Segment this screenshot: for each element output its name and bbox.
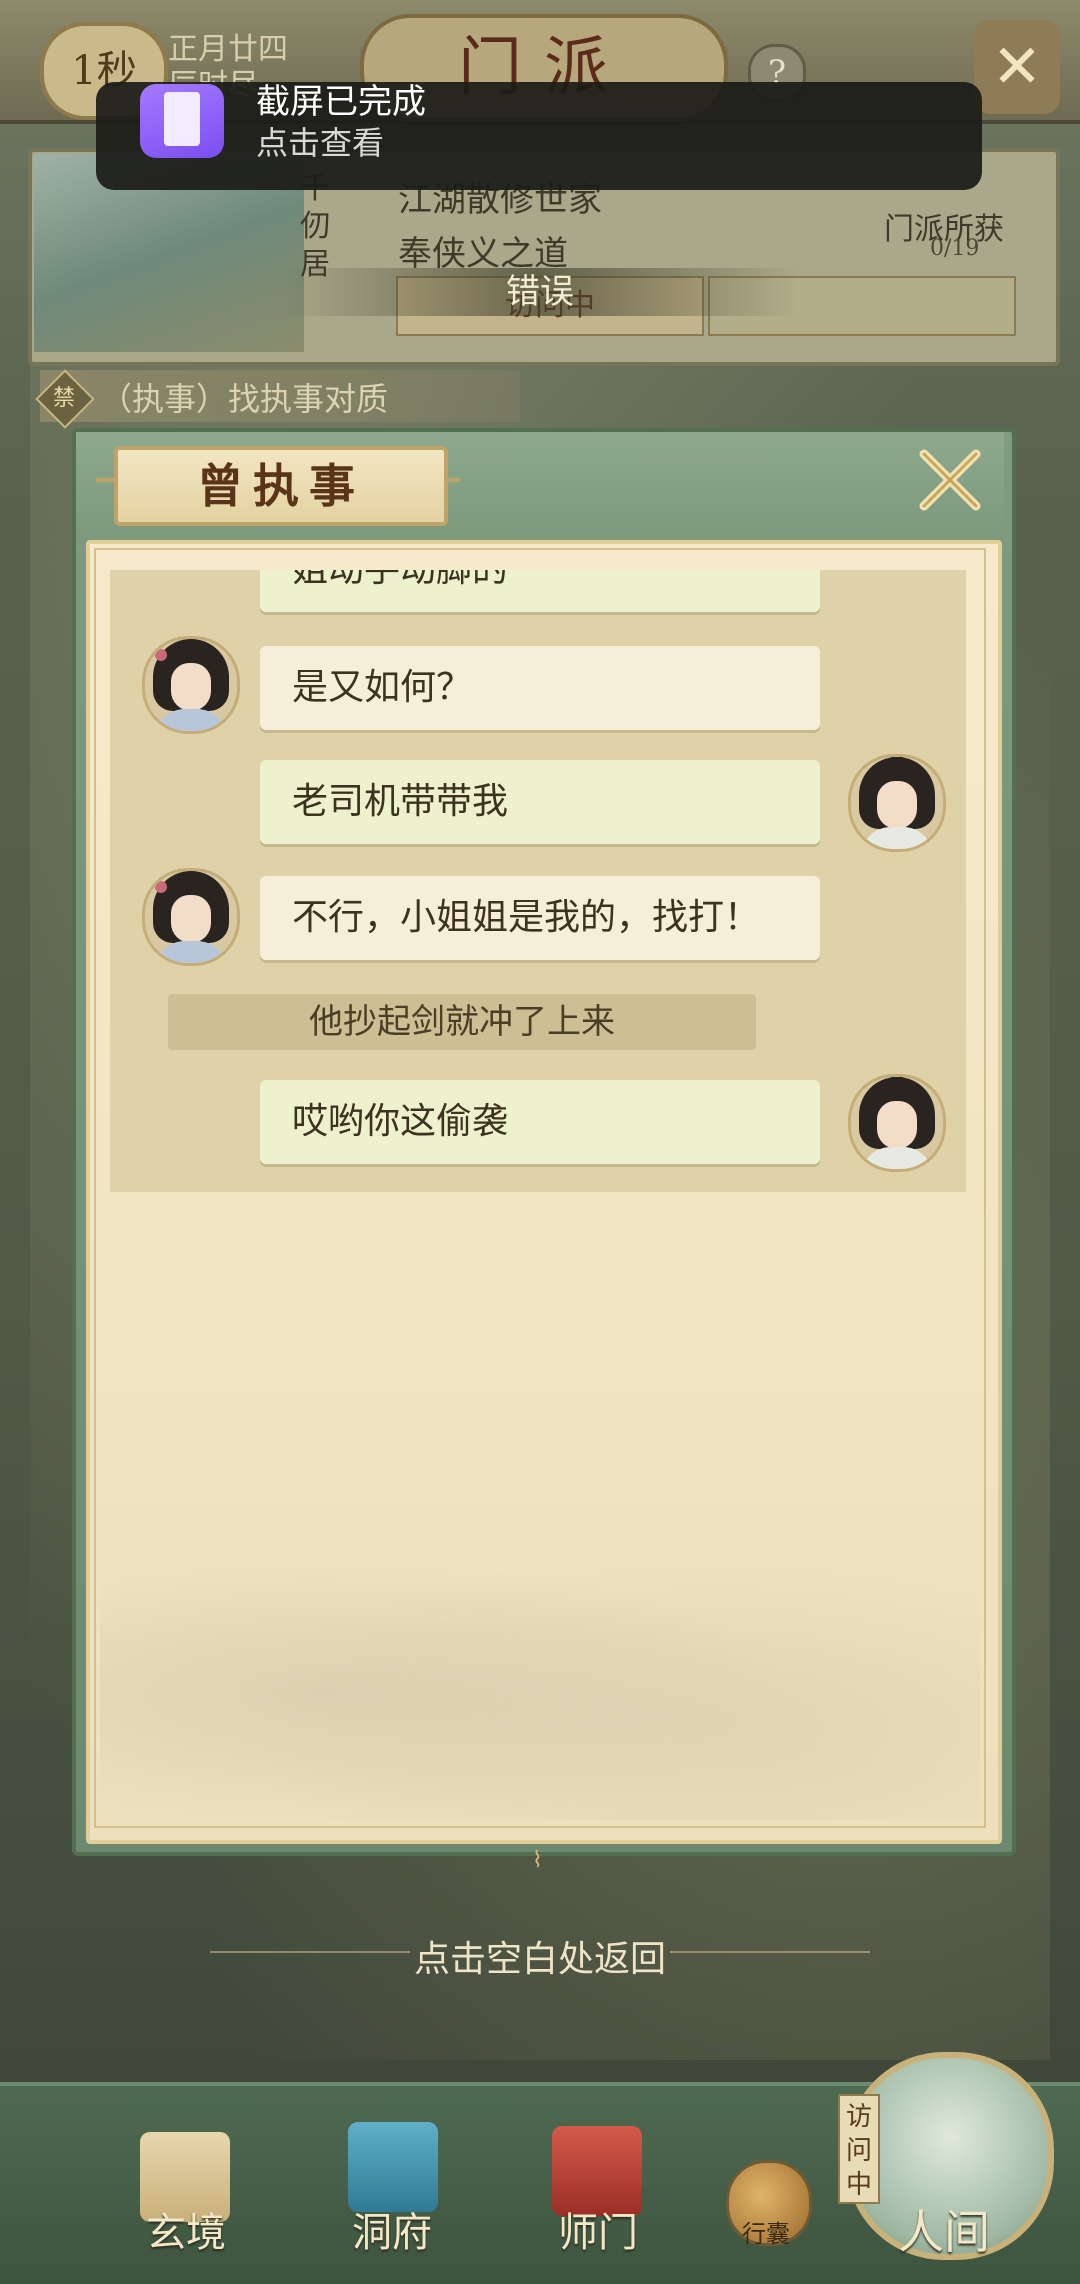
sect-gain-count: 0/19 (930, 236, 980, 261)
gallery-glyph (164, 92, 200, 146)
close-icon (919, 449, 981, 511)
notification-title: 截屏已完成 (256, 82, 426, 122)
notification-subtitle: 点击查看 (256, 124, 385, 162)
chat-text: 老司机带带我 (292, 781, 509, 822)
chat-bubble-male: 老司机带带我 (260, 760, 820, 844)
chat-bubble-female: 不行，小姐姐是我的，找打！ (260, 876, 820, 960)
female-avatar (142, 868, 240, 966)
quest-icon-label: 禁 (52, 386, 75, 411)
quest-text: （执事）找执事对质 (100, 380, 389, 418)
chat-text: 是又如何？ (292, 667, 473, 708)
nav-item-shimen[interactable]: 师门 (528, 2200, 668, 2258)
nav-item-xuanjing[interactable]: 玄境 (116, 2200, 256, 2258)
nav-item-dongfu[interactable]: 洞府 (322, 2200, 462, 2258)
chat-bubble-partial: 姐动手动脚的 (260, 570, 820, 612)
chat-text: 哎哟你这偷袭 (292, 1101, 509, 1142)
chat-log[interactable]: 姐动手动脚的 是又如何？ 老司机带带我 不行，小姐姐是我的，找打！ 他抄起剑就冲… (110, 570, 966, 1192)
male-avatar (848, 1074, 946, 1172)
female-avatar (142, 636, 240, 734)
narration-bar: 他抄起剑就冲了上来 (168, 994, 756, 1050)
dialog-close-button[interactable] (912, 442, 988, 518)
paper-landscape-art (100, 1500, 980, 1820)
dialog-knot-icon: ⌇ (532, 1848, 543, 1873)
error-toast: 错误 (280, 268, 800, 316)
bag-label: 行囊 (742, 2220, 790, 2248)
page-close-button[interactable]: ✕ (974, 20, 1060, 114)
nav-item-renjian[interactable]: 人间 (874, 2196, 1014, 2262)
tap-to-return-hint[interactable]: 点击空白处返回 (0, 1930, 1080, 1982)
dialog-title: 曾执事 (114, 446, 448, 526)
screenshot-notification[interactable] (96, 82, 982, 190)
chat-text: 姐动手动脚的 (292, 570, 508, 590)
pavilion-icon[interactable] (348, 2122, 438, 2212)
chat-bubble-male: 哎哟你这偷袭 (260, 1080, 820, 1164)
visiting-tag: 访问中 (838, 2094, 880, 2204)
chat-bubble-female: 是又如何？ (260, 646, 820, 730)
chat-text: 不行，小姐姐是我的，找打！ (292, 897, 761, 938)
male-avatar (848, 754, 946, 852)
